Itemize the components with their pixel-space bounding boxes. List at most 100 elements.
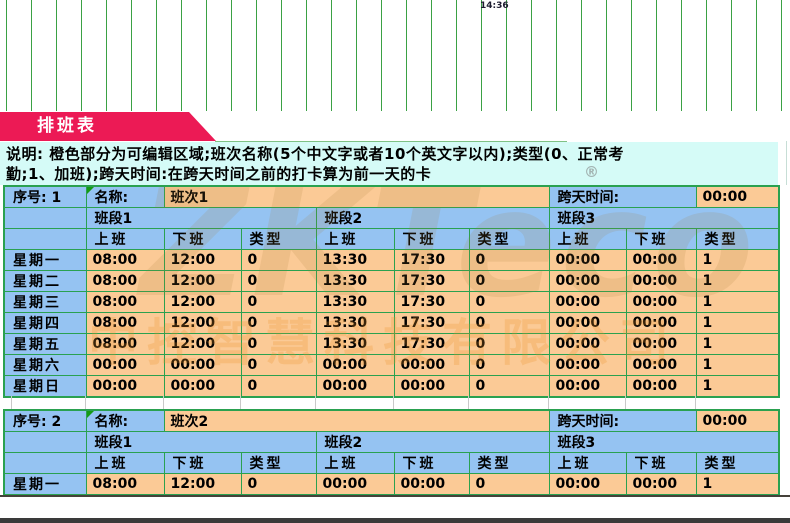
type-cell[interactable]: 0 <box>241 313 316 334</box>
type-cell[interactable]: 0 <box>241 355 316 376</box>
column-header-cell: 类型 <box>469 453 549 474</box>
time-cell[interactable]: 00:00 <box>549 271 626 292</box>
type-cell[interactable]: 1 <box>696 355 779 376</box>
time-cell[interactable]: 00:00 <box>549 250 626 271</box>
time-cell[interactable]: 00:00 <box>626 376 696 398</box>
time-cell[interactable]: 08:00 <box>86 292 164 313</box>
time-cell[interactable]: 00:00 <box>316 474 394 496</box>
spacer-cell <box>4 432 86 453</box>
type-cell[interactable]: 0 <box>469 355 549 376</box>
shift-name-cell[interactable]: 班次2 <box>164 410 549 432</box>
schedule-sheet-page: 14:36 排班表 说明: 橙色部分为可编辑区域;班次名称(5个中文字或者10个… <box>0 0 790 523</box>
type-cell[interactable]: 0 <box>469 474 549 496</box>
time-cell[interactable]: 17:30 <box>394 313 469 334</box>
time-cell[interactable]: 00:00 <box>549 292 626 313</box>
day-cell: 星期五 <box>4 334 86 355</box>
type-cell[interactable]: 0 <box>469 313 549 334</box>
time-cell[interactable]: 13:30 <box>316 250 394 271</box>
time-cell[interactable]: 08:00 <box>86 334 164 355</box>
type-cell[interactable]: 0 <box>241 376 316 398</box>
type-cell[interactable]: 0 <box>241 271 316 292</box>
time-cell[interactable]: 00:00 <box>549 313 626 334</box>
time-cell[interactable]: 12:00 <box>164 474 241 496</box>
type-cell[interactable]: 1 <box>696 271 779 292</box>
time-cell[interactable]: 00:00 <box>549 334 626 355</box>
time-cell[interactable]: 08:00 <box>86 250 164 271</box>
time-cell[interactable]: 17:30 <box>394 271 469 292</box>
grid-line <box>163 396 164 409</box>
time-cell[interactable]: 00:00 <box>626 334 696 355</box>
type-cell[interactable]: 1 <box>696 250 779 271</box>
time-cell[interactable]: 12:00 <box>164 292 241 313</box>
note-corner-icon <box>87 411 94 418</box>
time-cell[interactable]: 00:00 <box>549 474 626 496</box>
type-cell[interactable]: 0 <box>469 250 549 271</box>
type-cell[interactable]: 0 <box>469 334 549 355</box>
grid-line <box>786 141 787 185</box>
serial-cell: 序号: 1 <box>4 186 86 208</box>
shift-table-2: 序号: 2名称:班次2跨天时间:00:00班段1班段2班段3上班下班类型上班下班… <box>3 409 780 496</box>
time-cell[interactable]: 13:30 <box>316 271 394 292</box>
type-cell[interactable]: 1 <box>696 474 779 496</box>
time-cell[interactable]: 00:00 <box>394 474 469 496</box>
crossday-value-cell[interactable]: 00:00 <box>696 186 779 208</box>
time-cell[interactable]: 17:30 <box>394 334 469 355</box>
type-cell[interactable]: 1 <box>696 292 779 313</box>
type-cell[interactable]: 0 <box>241 474 316 496</box>
time-cell[interactable]: 17:30 <box>394 292 469 313</box>
time-cell[interactable]: 17:30 <box>394 250 469 271</box>
crossday-value-cell[interactable]: 00:00 <box>696 410 779 432</box>
time-cell[interactable]: 00:00 <box>626 271 696 292</box>
time-cell[interactable]: 08:00 <box>86 474 164 496</box>
time-cell[interactable]: 00:00 <box>316 355 394 376</box>
time-cell[interactable]: 00:00 <box>626 474 696 496</box>
time-cell[interactable]: 00:00 <box>549 355 626 376</box>
crossday-label-cell: 跨天时间: <box>549 186 696 208</box>
time-cell[interactable]: 00:00 <box>626 355 696 376</box>
type-cell[interactable]: 0 <box>469 376 549 398</box>
day-cell: 星期一 <box>4 474 86 496</box>
instructions-line1: 说明: 橙色部分为可编辑区域;班次名称(5个中文字或者10个英文字以内);类型(… <box>6 144 772 164</box>
time-cell[interactable]: 00:00 <box>626 292 696 313</box>
column-header-cell: 类型 <box>241 453 316 474</box>
time-cell[interactable]: 00:00 <box>394 376 469 398</box>
time-cell[interactable]: 00:00 <box>394 355 469 376</box>
column-header-cell: 上班 <box>86 453 164 474</box>
day-cell: 星期二 <box>4 271 86 292</box>
type-cell[interactable]: 0 <box>241 334 316 355</box>
name-label-cell: 名称: <box>86 410 164 432</box>
section-header-cell: 班段1 <box>86 432 316 453</box>
type-cell[interactable]: 1 <box>696 376 779 398</box>
time-cell[interactable]: 12:00 <box>164 250 241 271</box>
time-cell[interactable]: 00:00 <box>549 376 626 398</box>
column-header-cell: 类型 <box>696 229 779 250</box>
grid-line <box>695 396 696 409</box>
time-cell[interactable]: 12:00 <box>164 271 241 292</box>
time-cell[interactable]: 12:00 <box>164 313 241 334</box>
day-cell: 星期一 <box>4 250 86 271</box>
time-cell[interactable]: 00:00 <box>316 376 394 398</box>
crossday-label-cell: 跨天时间: <box>549 410 696 432</box>
time-cell[interactable]: 13:30 <box>316 313 394 334</box>
type-cell[interactable]: 0 <box>469 292 549 313</box>
time-cell[interactable]: 00:00 <box>626 250 696 271</box>
time-cell[interactable]: 08:00 <box>86 271 164 292</box>
time-cell[interactable]: 13:30 <box>316 292 394 313</box>
type-cell[interactable]: 0 <box>469 271 549 292</box>
type-cell[interactable]: 0 <box>241 250 316 271</box>
section-header-cell: 班段2 <box>316 432 549 453</box>
type-cell[interactable]: 1 <box>696 313 779 334</box>
time-cell[interactable]: 12:00 <box>164 334 241 355</box>
time-cell[interactable]: 00:00 <box>164 355 241 376</box>
shift-name-cell[interactable]: 班次1 <box>164 186 549 208</box>
type-cell[interactable]: 1 <box>696 334 779 355</box>
time-cell[interactable]: 13:30 <box>316 334 394 355</box>
time-cell[interactable]: 00:00 <box>164 376 241 398</box>
time-cell[interactable]: 08:00 <box>86 313 164 334</box>
grid-line <box>85 396 86 409</box>
day-cell: 星期六 <box>4 355 86 376</box>
time-cell[interactable]: 00:00 <box>626 313 696 334</box>
type-cell[interactable]: 0 <box>241 292 316 313</box>
time-cell[interactable]: 00:00 <box>86 355 164 376</box>
time-cell[interactable]: 00:00 <box>86 376 164 398</box>
